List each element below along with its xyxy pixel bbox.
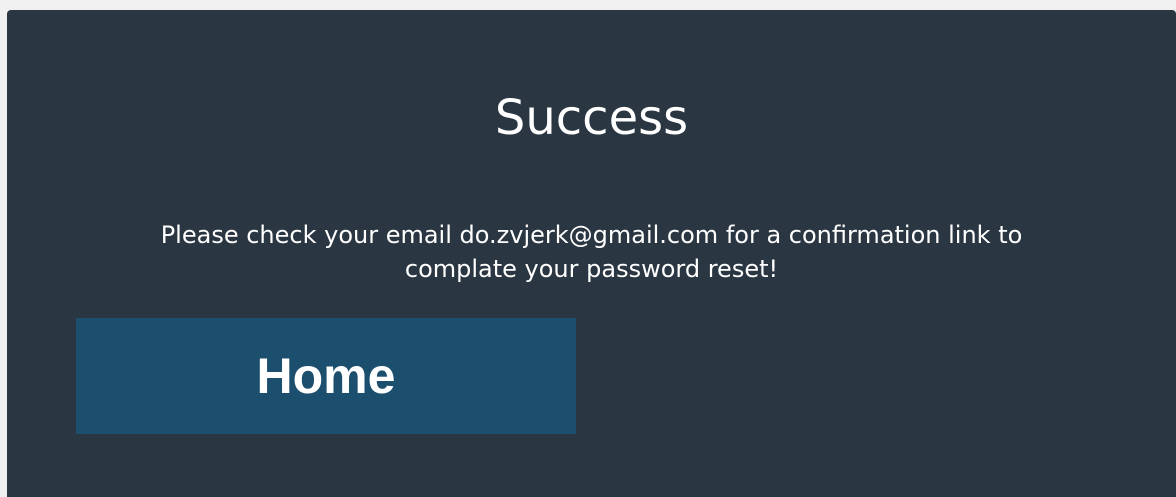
page-title: Success bbox=[494, 90, 689, 146]
message-line-1: Please check your email do.zvjerk@gmail.… bbox=[160, 221, 1023, 249]
success-panel: Success Please check your email do.zvjer… bbox=[7, 10, 1176, 497]
confirmation-message: Please check your email do.zvjerk@gmail.… bbox=[67, 218, 1116, 286]
message-line-2: complate your password reset! bbox=[404, 255, 779, 283]
home-button[interactable]: Home bbox=[76, 318, 576, 434]
